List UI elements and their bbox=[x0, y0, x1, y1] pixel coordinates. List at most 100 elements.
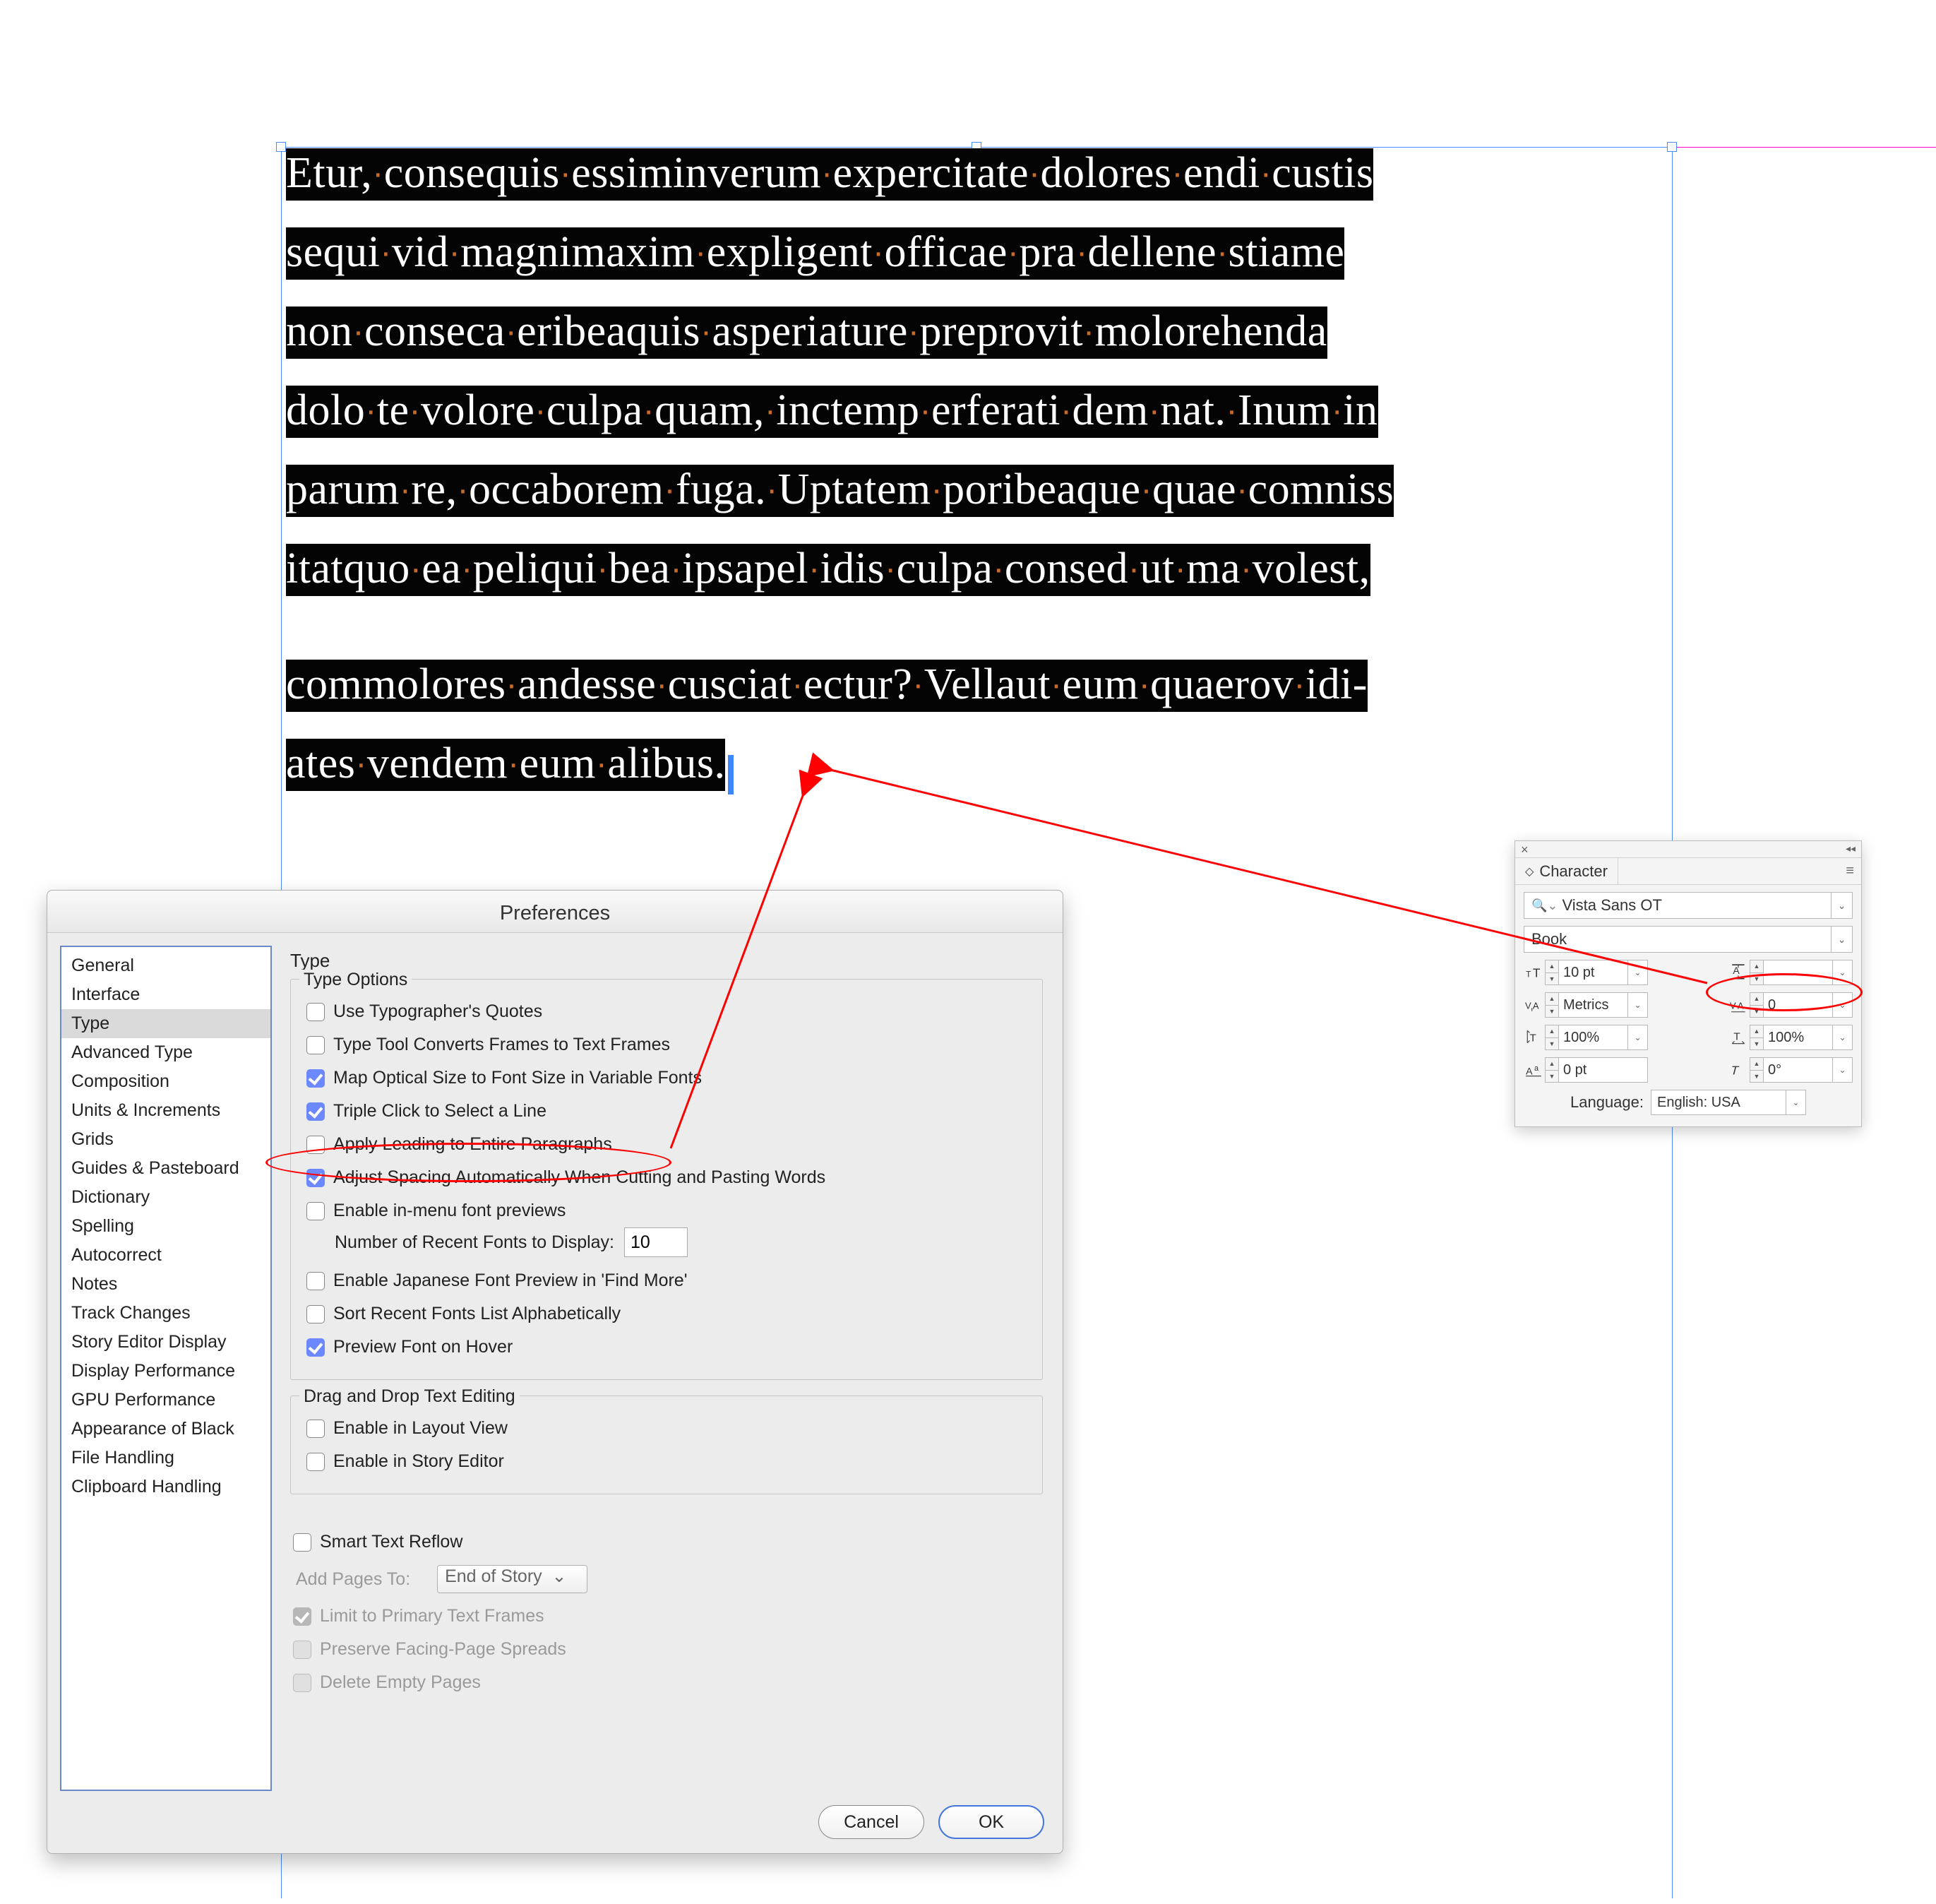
prefs-sidebar-item[interactable]: Display Performance bbox=[61, 1357, 270, 1386]
tracking-stepper[interactable]: ▲▼ bbox=[1750, 992, 1764, 1018]
prefs-sidebar-item[interactable]: Track Changes bbox=[61, 1299, 270, 1328]
font-style-combo[interactable]: Book ⌄ bbox=[1524, 926, 1853, 953]
prefs-sidebar-item[interactable]: Guides & Pasteboard bbox=[61, 1154, 270, 1183]
vscale-stepper[interactable]: ▲▼ bbox=[1545, 1025, 1559, 1050]
dropdown-icon[interactable]: ⌄ bbox=[1831, 927, 1852, 952]
baseline-stepper[interactable]: ▲▼ bbox=[1545, 1057, 1559, 1083]
prefs-sidebar-item[interactable]: Spelling bbox=[61, 1212, 270, 1241]
prefs-sidebar-item[interactable]: Dictionary bbox=[61, 1183, 270, 1212]
prefs-sidebar-item[interactable]: Advanced Type bbox=[61, 1038, 270, 1067]
prefs-sidebar-item[interactable]: Autocorrect bbox=[61, 1241, 270, 1270]
text-line: dolo·te·volore·culpa·quam,·inctemp·erfer… bbox=[286, 386, 1378, 438]
prefs-sidebar-item[interactable]: Type bbox=[61, 1009, 270, 1038]
checkbox-label: Apply Leading to Entire Paragraphs bbox=[333, 1134, 612, 1155]
cancel-button[interactable]: Cancel bbox=[818, 1805, 924, 1839]
checkbox-convert-frames[interactable] bbox=[306, 1036, 325, 1054]
tracking-input[interactable] bbox=[1764, 992, 1833, 1018]
prefs-category-list[interactable]: GeneralInterfaceTypeAdvanced TypeComposi… bbox=[60, 946, 272, 1791]
skew-stepper[interactable]: ▲▼ bbox=[1750, 1057, 1764, 1083]
ok-button[interactable]: OK bbox=[938, 1805, 1044, 1839]
baseline-input[interactable] bbox=[1559, 1057, 1648, 1083]
group-legend: Drag and Drop Text Editing bbox=[299, 1386, 520, 1407]
svg-text:A: A bbox=[1526, 1066, 1533, 1077]
svg-text:V: V bbox=[1525, 1000, 1531, 1011]
prefs-sidebar-item[interactable]: Composition bbox=[61, 1067, 270, 1096]
preferences-dialog: Preferences GeneralInterfaceTypeAdvanced… bbox=[47, 890, 1063, 1854]
dropdown-icon[interactable]: ⌄ bbox=[1628, 960, 1648, 985]
checkbox-preview-hover[interactable] bbox=[306, 1338, 325, 1357]
font-size-stepper[interactable]: ▲▼ bbox=[1545, 960, 1559, 985]
prefs-sidebar-item[interactable]: Story Editor Display bbox=[61, 1328, 270, 1357]
dropdown-icon[interactable]: ⌄ bbox=[1833, 992, 1853, 1018]
dropdown-icon[interactable]: ⌄ bbox=[1831, 893, 1852, 918]
prefs-sidebar-item[interactable]: File Handling bbox=[61, 1444, 270, 1472]
checkbox-dnd-story[interactable] bbox=[306, 1453, 325, 1471]
checkbox-limit-primary bbox=[293, 1607, 311, 1626]
checkbox-map-optical[interactable] bbox=[306, 1069, 325, 1088]
checkbox-label: Enable in-menu font previews bbox=[333, 1201, 566, 1221]
svg-text:T: T bbox=[1533, 966, 1541, 980]
dropdown-icon[interactable]: ⌄ bbox=[1833, 1025, 1853, 1050]
recent-fonts-input[interactable] bbox=[624, 1227, 688, 1257]
checkbox-label: Enable in Layout View bbox=[333, 1418, 508, 1439]
font-size-input[interactable] bbox=[1559, 960, 1628, 985]
dropdown-icon[interactable]: ⌄ bbox=[1628, 1025, 1648, 1050]
prefs-sidebar-item[interactable]: Grids bbox=[61, 1125, 270, 1154]
checkbox-typographers-quotes[interactable] bbox=[306, 1003, 325, 1021]
checkbox-apply-leading[interactable] bbox=[306, 1136, 325, 1154]
checkbox-sort-recent[interactable] bbox=[306, 1305, 325, 1323]
language-label: Language: bbox=[1570, 1093, 1644, 1112]
prefs-sidebar-item[interactable]: Interface bbox=[61, 980, 270, 1009]
prefs-section-title: Type bbox=[290, 950, 1043, 972]
svg-text:T: T bbox=[1733, 1030, 1740, 1042]
checkbox-adjust-spacing[interactable] bbox=[306, 1169, 325, 1187]
language-select[interactable]: English: USA ⌄ bbox=[1651, 1090, 1806, 1115]
text-line: ates·vendem·eum·alibus. bbox=[286, 739, 725, 791]
font-family-combo[interactable]: 🔍⌄ Vista Sans OT ⌄ bbox=[1524, 892, 1853, 919]
kerning-input[interactable] bbox=[1559, 992, 1628, 1018]
prefs-sidebar-item[interactable]: General bbox=[61, 951, 270, 980]
language-value: English: USA bbox=[1657, 1095, 1740, 1111]
leading-icon: A bbox=[1728, 962, 1750, 983]
paragraph-2: commolores·andesse·cusciat·ectur?·Vellau… bbox=[286, 660, 1670, 818]
checkbox-inmenu-preview[interactable] bbox=[306, 1202, 325, 1220]
checkbox-label: Type Tool Converts Frames to Text Frames bbox=[333, 1035, 670, 1055]
svg-text:T: T bbox=[1730, 1064, 1740, 1078]
checkbox-preserve-facing bbox=[293, 1641, 311, 1659]
hscale-input[interactable] bbox=[1764, 1025, 1833, 1050]
drag-drop-group: Drag and Drop Text Editing Enable in Lay… bbox=[290, 1396, 1043, 1494]
leading-input[interactable] bbox=[1764, 960, 1833, 985]
prefs-sidebar-item[interactable]: Notes bbox=[61, 1270, 270, 1299]
dropdown-icon[interactable]: ⌄ bbox=[1786, 1090, 1805, 1114]
close-icon[interactable]: × bbox=[1521, 843, 1529, 857]
skew-input[interactable] bbox=[1764, 1057, 1833, 1083]
type-options-group: Type Options Use Typographer's Quotes Ty… bbox=[290, 979, 1043, 1380]
panel-header[interactable]: × ◂◂ bbox=[1515, 841, 1861, 858]
frame-handle[interactable] bbox=[276, 142, 286, 152]
checkbox-triple-click[interactable] bbox=[306, 1102, 325, 1121]
checkbox-japanese-preview[interactable] bbox=[306, 1272, 325, 1290]
character-tab[interactable]: ◇Character bbox=[1515, 858, 1618, 884]
character-panel[interactable]: × ◂◂ ◇Character ≡ 🔍⌄ Vista Sans OT ⌄ Boo… bbox=[1514, 840, 1862, 1127]
dropdown-icon[interactable]: ⌄ bbox=[1833, 960, 1853, 985]
tab-label: Character bbox=[1539, 862, 1608, 881]
vscale-icon: T bbox=[1524, 1027, 1545, 1048]
hscale-stepper[interactable]: ▲▼ bbox=[1750, 1025, 1764, 1050]
collapse-icon[interactable]: ◂◂ bbox=[1846, 843, 1856, 855]
prefs-sidebar-item[interactable]: Appearance of Black bbox=[61, 1415, 270, 1444]
prefs-sidebar-item[interactable]: GPU Performance bbox=[61, 1386, 270, 1415]
checkbox-dnd-layout[interactable] bbox=[306, 1420, 325, 1438]
checkbox-smart-reflow[interactable] bbox=[293, 1533, 311, 1552]
vscale-input[interactable] bbox=[1559, 1025, 1628, 1050]
checkbox-label: Sort Recent Fonts List Alphabetically bbox=[333, 1304, 621, 1324]
baseline-shift-icon: Aa bbox=[1524, 1059, 1545, 1081]
kerning-stepper[interactable]: ▲▼ bbox=[1545, 992, 1559, 1018]
dropdown-icon[interactable]: ⌄ bbox=[1833, 1057, 1853, 1083]
text-frame[interactable]: Etur,·consequis·essiminverum·expercitate… bbox=[286, 148, 1670, 818]
text-line: itatquo·ea·peliqui·bea·ipsapel·idis·culp… bbox=[286, 544, 1370, 596]
prefs-sidebar-item[interactable]: Units & Increments bbox=[61, 1096, 270, 1125]
leading-stepper[interactable]: ▲▼ bbox=[1750, 960, 1764, 985]
panel-menu-icon[interactable]: ≡ bbox=[1839, 863, 1861, 879]
dropdown-icon[interactable]: ⌄ bbox=[1628, 992, 1648, 1018]
prefs-sidebar-item[interactable]: Clipboard Handling bbox=[61, 1472, 270, 1501]
